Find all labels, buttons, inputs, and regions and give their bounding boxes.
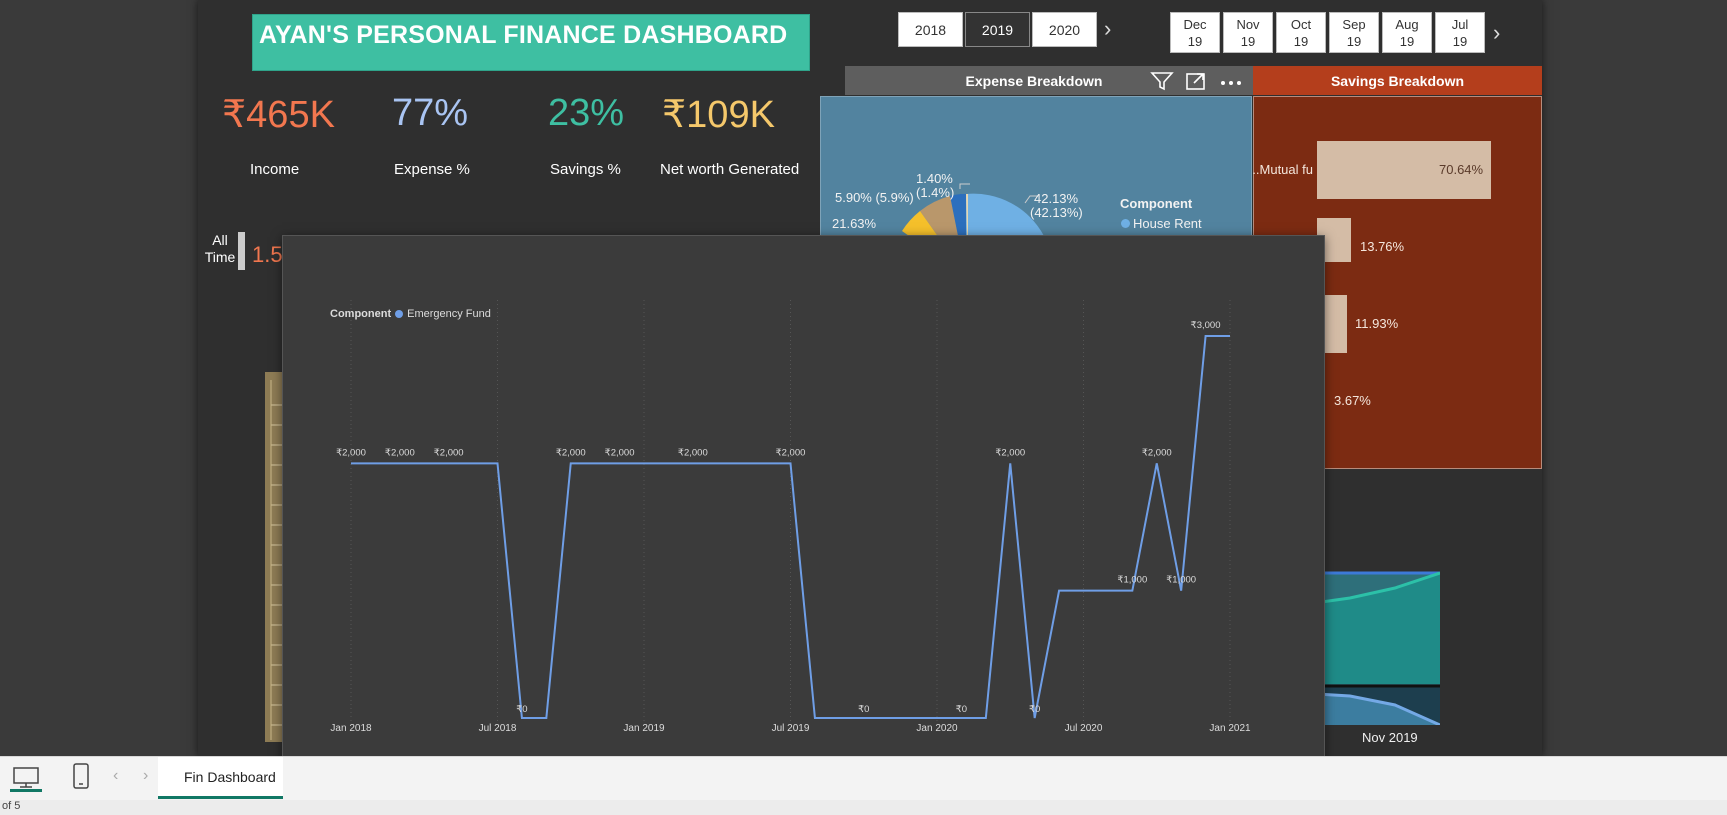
kpi-expense-label: Expense % bbox=[394, 161, 470, 178]
data-label: ₹2,000 bbox=[605, 447, 635, 458]
data-label: ₹1,000 bbox=[1117, 575, 1147, 586]
savings-value-1: 70.64% bbox=[1439, 162, 1484, 177]
data-label: ₹0 bbox=[956, 704, 967, 715]
pie-leader-line bbox=[959, 183, 970, 189]
dashboard-title: AYAN'S PERSONAL FINANCE DASHBOARD bbox=[259, 21, 788, 49]
savings-value-3: 11.93% bbox=[1355, 316, 1399, 331]
x-tick-label: Jan 2021 bbox=[1209, 723, 1251, 734]
data-label: ₹3,000 bbox=[1191, 320, 1221, 331]
year-button-2020[interactable]: 2020 bbox=[1032, 12, 1097, 47]
savings-breakdown-header: Savings Breakdown bbox=[1253, 66, 1542, 95]
savings-row1-label: Mutual fu... bbox=[1253, 162, 1313, 177]
desktop-view-icon[interactable] bbox=[12, 765, 40, 789]
year-button-2019[interactable]: 2019 bbox=[965, 12, 1030, 47]
status-bar: of 5 bbox=[0, 800, 1727, 815]
data-label: ₹0 bbox=[858, 704, 869, 715]
outer-left-margin bbox=[0, 0, 198, 756]
page-count-status: of 5 bbox=[2, 800, 21, 812]
desktop-view-underline bbox=[10, 789, 42, 792]
kpi-networth-label: Net worth Generated bbox=[660, 161, 800, 178]
pie-label-42-13-paren: (42.13%) bbox=[1030, 205, 1083, 220]
all-time-value: 1.5 bbox=[252, 242, 283, 267]
year-next-chevron-icon[interactable]: › bbox=[1104, 16, 1111, 42]
expense-legend-item[interactable]: House Rent bbox=[1121, 216, 1202, 231]
visual-header-toolbar bbox=[1150, 70, 1244, 94]
month-button-nov[interactable]: Nov 19 bbox=[1223, 12, 1273, 53]
kpi-expense-value: 77% bbox=[392, 92, 469, 134]
kpi-income-value: ₹465K bbox=[222, 94, 335, 136]
pie-label-5-90: 5.90% (5.9%) bbox=[835, 190, 914, 205]
month-button-sep[interactable]: Sep 19 bbox=[1329, 12, 1379, 53]
month-button-jul[interactable]: Jul 19 bbox=[1435, 12, 1485, 53]
kpi-networth-value: ₹109K bbox=[662, 94, 775, 136]
data-label: ₹2,000 bbox=[1142, 447, 1172, 458]
savings-value-2: 13.76% bbox=[1360, 239, 1405, 254]
x-tick-label: Jan 2020 bbox=[916, 723, 958, 734]
x-tick-label: Jan 2019 bbox=[623, 723, 665, 734]
area-x-label: Nov 2019 bbox=[1362, 730, 1418, 745]
pie-label-1-40-paren: (1.4%) bbox=[916, 185, 955, 200]
data-label: ₹0 bbox=[1029, 704, 1040, 715]
data-label: ₹2,000 bbox=[678, 447, 708, 458]
legend-dot-icon bbox=[1121, 219, 1130, 228]
pie-label-1-40: 1.40% bbox=[916, 171, 953, 186]
data-label: ₹2,000 bbox=[385, 447, 415, 458]
emergency-fund-line-chart[interactable]: Jan 2018 Jul 2018 Jan 2019 Jul 2019 Jan 2020… bbox=[282, 235, 1325, 755]
data-label: ₹2,000 bbox=[776, 447, 806, 458]
more-options-icon[interactable] bbox=[1218, 70, 1244, 92]
month-button-oct[interactable]: Oct 19 bbox=[1276, 12, 1326, 53]
year-button-2018[interactable]: 2018 bbox=[898, 12, 963, 47]
all-time-bar bbox=[238, 232, 245, 270]
page-tab-label: Fin Dashboard bbox=[184, 768, 276, 785]
page-tab-fin-dashboard[interactable]: Fin Dashboard bbox=[158, 757, 283, 799]
prev-page-chevron-icon[interactable]: ‹ bbox=[113, 767, 118, 785]
dashboard-title-box: AYAN'S PERSONAL FINANCE DASHBOARD bbox=[252, 14, 810, 71]
outer-right-margin bbox=[1542, 0, 1727, 756]
pie-label-42-13: 42.13% bbox=[1034, 191, 1079, 206]
x-tick-label: Jul 2019 bbox=[772, 723, 810, 734]
data-label: ₹1,000 bbox=[1166, 575, 1196, 586]
month-button-dec[interactable]: Dec 19 bbox=[1170, 12, 1220, 53]
data-label: ₹2,000 bbox=[434, 447, 464, 458]
kpi-savings-value: 23% bbox=[548, 92, 625, 134]
data-label: ₹0 bbox=[516, 704, 527, 715]
focus-mode-icon[interactable] bbox=[1184, 70, 1208, 92]
savings-breakdown-title: Savings Breakdown bbox=[1330, 72, 1465, 89]
kpi-income-label: Income bbox=[250, 161, 300, 178]
savings-value-4: 3.67% bbox=[1334, 393, 1371, 408]
month-next-chevron-icon[interactable]: › bbox=[1493, 20, 1500, 46]
kpi-savings-label: Savings % bbox=[550, 161, 621, 178]
data-label: ₹2,000 bbox=[995, 447, 1025, 458]
expense-legend-item-label: House Rent bbox=[1133, 216, 1202, 231]
x-tick-label: Jul 2020 bbox=[1065, 723, 1103, 734]
filter-icon[interactable] bbox=[1150, 70, 1174, 92]
pie-label-21-63: 21.63% bbox=[832, 216, 877, 231]
x-tick-label: Jul 2018 bbox=[479, 723, 517, 734]
x-tick-label: Jan 2018 bbox=[330, 723, 372, 734]
expense-breakdown-title: Expense Breakdown bbox=[965, 72, 1103, 89]
next-page-chevron-icon[interactable]: › bbox=[143, 767, 148, 785]
all-time-label[interactable]: All Time bbox=[204, 232, 236, 266]
mobile-view-icon[interactable] bbox=[72, 763, 90, 789]
month-button-aug[interactable]: Aug 19 bbox=[1382, 12, 1432, 53]
data-label: ₹2,000 bbox=[336, 447, 366, 458]
data-label: ₹2,000 bbox=[556, 447, 586, 458]
expense-legend-title: Component bbox=[1120, 196, 1193, 211]
